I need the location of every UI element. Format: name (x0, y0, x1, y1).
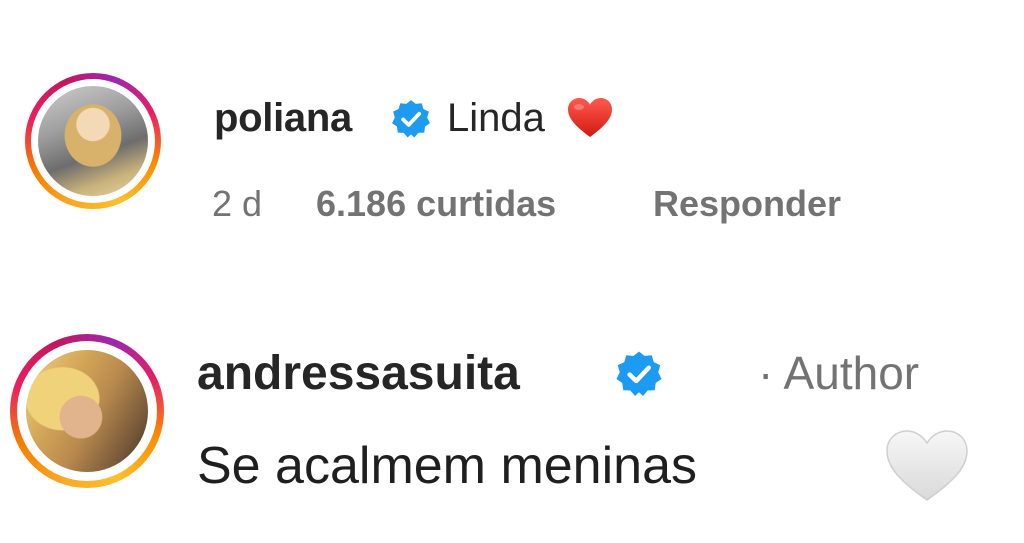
red-heart-icon (568, 98, 612, 137)
comment-username[interactable]: andressasuita (197, 346, 520, 401)
comment-timestamp: 2 d (212, 183, 263, 224)
author-badge: · Author (758, 347, 920, 399)
comment-text: Linda (447, 96, 545, 140)
comment-likes-count[interactable]: 6.186 curtidas (316, 183, 556, 225)
white-heart-icon (886, 430, 968, 501)
verified-badge-icon (392, 100, 430, 138)
avatar[interactable] (38, 86, 148, 196)
avatar[interactable] (26, 350, 148, 472)
verified-badge-icon (616, 351, 662, 396)
comment-item: andressasuita · Author Se acalmem menina… (0, 316, 1024, 543)
comments-screenshot: poliana Linda 2 d 6.186 curtidas Respond… (0, 0, 1024, 543)
comment-text: Se acalmem meninas (197, 437, 697, 495)
comment-username[interactable]: poliana (214, 96, 352, 141)
comment-item: poliana Linda 2 d 6.186 curtidas Respond… (0, 0, 1024, 300)
reply-button[interactable]: Responder (653, 183, 841, 225)
